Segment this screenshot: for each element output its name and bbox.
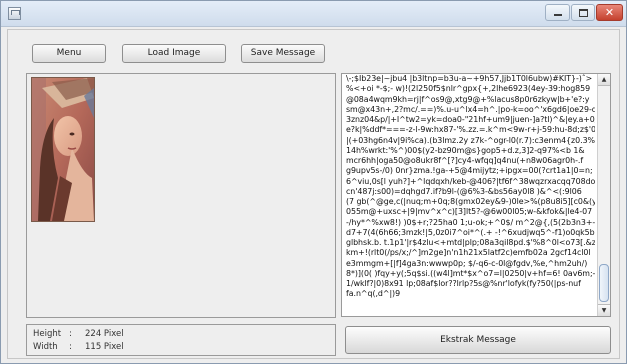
app-window: ✕ Menu Load Image Save Message \-;$Ib23e… (0, 0, 627, 364)
scroll-thumb[interactable] (599, 264, 609, 302)
height-separator: : (69, 329, 72, 339)
image-preview-panel (26, 73, 336, 318)
message-line: 6^viu,0s[l yuh?]+^lqdqxh/keb-@406?|tf6f^… (346, 176, 595, 186)
minimize-button[interactable] (545, 4, 570, 21)
load-image-button[interactable]: Load Image (122, 44, 226, 63)
width-value: 115 Pixel (85, 342, 124, 352)
lena-photo (31, 77, 95, 222)
extract-message-button[interactable]: Ekstrak Message (345, 326, 611, 354)
width-separator: : (69, 342, 72, 352)
message-line: sm@x43n+,2?mc/.==)%.u-u^lx4=h^.|po-k=oo^… (346, 104, 595, 114)
message-line: -/hy*^%xw8!) )0$+r;?25ha0 1;u-ok;+^0$/ m… (346, 217, 595, 227)
main-content: Menu Load Image Save Message \-;$Ib23e|~… (7, 29, 620, 359)
message-line: 3znz04&p/|+I^tw2=yk=doa0-"21hf+um9|juen-… (346, 115, 595, 124)
message-line: 8*)](0( )fqy+y(;5q$si.((w4l]mt*$x^o7=l|0… (346, 268, 595, 278)
image-info-panel: Height: 224 Pixel Width: 115 Pixel (26, 324, 336, 356)
maximize-button[interactable] (571, 4, 595, 21)
save-message-button[interactable]: Save Message (241, 44, 325, 63)
message-line: 1/wklf?|0)8x91 lp;08af$lor??lrlp?5s@%nr'… (346, 279, 581, 288)
message-text-area[interactable]: \-;$Ib23e|~jbu4 |b3ltnp=b3u-a~+9h57,Jjb1… (341, 73, 611, 317)
scroll-down-icon[interactable]: ▼ (598, 304, 610, 316)
message-line: (7 gb(^@ge,c(|nuq;m+0q;8(gmx02ey&9-)0le>… (346, 197, 595, 206)
vertical-scrollbar[interactable]: ▲ ▼ (597, 74, 610, 316)
height-row: Height: 224 Pixel (33, 329, 124, 339)
message-line: e3mmgm+[|f]4ga3n:wwwp0p; $/-q6-c-0l@fgdv… (346, 258, 588, 268)
message-line: mcr6hh|oga50@o8ukr8f^[?]cy4-wfqq]q4nu(+n… (346, 156, 584, 165)
width-row: Width: 115 Pixel (33, 342, 124, 352)
message-line: \-;$Ib23e|~jbu4 |b3ltnp=b3u-a~+9h57,Jjb1… (346, 74, 593, 83)
message-line: d7+7(4(6h66;3mzk!|5,0z0i7^oi*^(.+ -!^6xu… (346, 227, 595, 237)
message-line: cn'487j:s00)=dqhgd7.if?b9l-(@6%3-&bs56ay… (346, 186, 582, 196)
title-bar[interactable]: ✕ (1, 1, 626, 27)
maximize-icon (578, 9, 588, 17)
message-line: 14h%wrkt:'%^)00$(y2-bz90m@s}gop5+d.z,3]2… (346, 145, 585, 155)
message-line: km+!(rlt0(/ps/x;/^]m2ge]n'n1h21x5latf2c)… (346, 248, 591, 258)
message-line: %<+oi *-$;- w)!(2l250f5$nlr^gpx{+,2lhe69… (346, 84, 591, 94)
message-line: e?k|%ddf*===-z-l-9w:hx87-'%.zz.=.k^m<9w-… (346, 125, 595, 135)
close-icon: ✕ (604, 6, 615, 19)
minimize-icon (553, 14, 562, 16)
message-line: g9upv5s-/0) 0nr}zma.!ga-+5@4mijytz;+ipgx… (346, 166, 593, 176)
message-line: glbhsk.b. t.1p1'|r$4zlu<+mtd|plp;08a3qil… (346, 238, 595, 247)
menu-button[interactable]: Menu (32, 44, 106, 63)
height-label: Height (33, 329, 62, 339)
close-button[interactable]: ✕ (596, 4, 623, 21)
scroll-up-icon[interactable]: ▲ (598, 74, 610, 86)
message-text[interactable]: \-;$Ib23e|~jbu4 |b3ltnp=b3u-a~+9h57,Jjb1… (346, 74, 595, 316)
message-line: @08a4wqm9kh=rj|f^os9@,xtg9@+%lacus8p0r6z… (346, 94, 590, 104)
message-line: fa.n^q(,d^|)9 (346, 289, 401, 299)
java-app-icon (8, 7, 21, 20)
message-line: 055m@+uxsc+|9|mv^x^c)[3]lt5?-@6w00l05;w-… (346, 207, 593, 217)
height-value: 224 Pixel (85, 329, 124, 339)
width-label: Width (33, 342, 58, 352)
message-line: |(+03hg6n4v|9i%ca).(b3lmz.2y z7k-^ogr-l0… (346, 135, 595, 145)
